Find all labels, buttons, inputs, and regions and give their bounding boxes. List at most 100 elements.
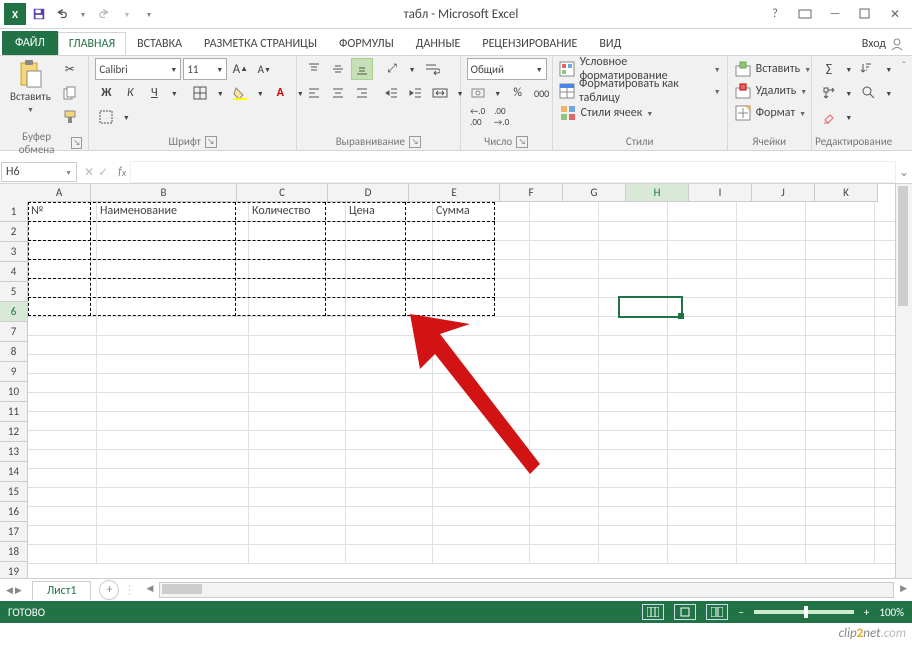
row-header[interactable]: 19 — [0, 562, 28, 578]
cell[interactable] — [806, 297, 875, 317]
find-select-icon[interactable] — [858, 82, 880, 104]
decrease-indent-icon[interactable] — [381, 82, 403, 104]
zoom-out-icon[interactable]: − — [738, 606, 743, 619]
cell[interactable] — [346, 373, 433, 393]
border-dotted-button[interactable] — [95, 106, 117, 128]
vertical-scrollbar[interactable] — [895, 184, 912, 578]
font-name-select[interactable]: Calibri▼ — [95, 58, 181, 80]
cell[interactable] — [668, 335, 737, 355]
border-button[interactable] — [189, 82, 211, 104]
select-all-corner[interactable] — [0, 184, 29, 203]
row-header[interactable]: 11 — [0, 402, 28, 422]
number-format-select[interactable]: Общий▼ — [467, 58, 547, 80]
cell[interactable] — [530, 430, 599, 450]
cell[interactable] — [737, 468, 806, 488]
cell[interactable] — [97, 316, 249, 336]
cell[interactable]: № — [28, 202, 97, 222]
cell[interactable]: Цена — [346, 202, 433, 222]
add-sheet-button[interactable]: + — [99, 580, 119, 600]
orientation-icon[interactable]: ⤢ — [381, 58, 403, 80]
cell[interactable] — [668, 487, 737, 507]
cell[interactable] — [28, 525, 97, 545]
row-header[interactable]: 3 — [0, 242, 28, 262]
row-header[interactable]: 13 — [0, 442, 28, 462]
increase-indent-icon[interactable] — [405, 82, 427, 104]
delete-cells-button[interactable]: Удалить▼ — [734, 80, 811, 102]
cell[interactable] — [346, 525, 433, 545]
cell[interactable] — [530, 373, 599, 393]
cell[interactable] — [97, 525, 249, 545]
border-dotted-dropdown[interactable]: ▼ — [119, 106, 133, 128]
redo-dropdown[interactable]: ▼ — [118, 5, 136, 23]
cell[interactable] — [97, 335, 249, 355]
cell[interactable] — [737, 202, 806, 222]
fill-color-dropdown[interactable]: ▼ — [253, 82, 267, 104]
cell[interactable] — [346, 468, 433, 488]
cell[interactable] — [97, 487, 249, 507]
cell[interactable] — [249, 392, 346, 412]
cell[interactable] — [668, 373, 737, 393]
cell[interactable] — [28, 259, 97, 279]
cell[interactable] — [530, 316, 599, 336]
cell[interactable] — [97, 506, 249, 526]
row-header[interactable]: 7 — [0, 322, 28, 342]
cell[interactable] — [433, 354, 530, 374]
cell[interactable] — [249, 373, 346, 393]
fill-color-button[interactable] — [229, 82, 251, 104]
align-middle-icon[interactable] — [327, 58, 349, 80]
cell[interactable] — [599, 240, 668, 260]
horizontal-scrollbar[interactable]: ◀ ▶ — [159, 582, 894, 598]
cell[interactable] — [668, 221, 737, 241]
cell[interactable] — [346, 544, 433, 564]
cell[interactable] — [737, 411, 806, 431]
format-as-table-button[interactable]: Форматировать как таблицу▼ — [559, 80, 721, 102]
view-pagebreak-icon[interactable] — [706, 604, 728, 620]
cell[interactable] — [668, 506, 737, 526]
cell[interactable] — [433, 468, 530, 488]
cell[interactable] — [668, 392, 737, 412]
cell[interactable] — [530, 468, 599, 488]
scroll-right-icon[interactable]: ▶ — [900, 583, 907, 594]
cell[interactable] — [249, 240, 346, 260]
cell[interactable] — [599, 487, 668, 507]
column-headers[interactable]: ABCDEFGHIJK — [28, 184, 912, 202]
cell[interactable] — [433, 335, 530, 355]
sheet-nav-next-icon[interactable]: ▶ — [15, 585, 22, 596]
collapse-ribbon-icon[interactable]: ˆ — [895, 56, 912, 150]
row-header[interactable]: 16 — [0, 502, 28, 522]
cell[interactable] — [668, 354, 737, 374]
cell[interactable] — [599, 278, 668, 298]
cell[interactable] — [530, 525, 599, 545]
row-header[interactable]: 10 — [0, 382, 28, 402]
ribbon-display-icon[interactable] — [794, 5, 816, 23]
cell[interactable] — [346, 449, 433, 469]
cells-area[interactable]: №НаименованиеКоличествоЦенаСумма — [28, 202, 912, 563]
format-cells-button[interactable]: Формат▼ — [734, 102, 811, 124]
paste-button[interactable]: Вставить ▼ — [6, 58, 55, 116]
fill-dropdown[interactable]: ▼ — [842, 82, 856, 104]
cell[interactable] — [530, 392, 599, 412]
cell[interactable] — [433, 525, 530, 545]
zoom-level[interactable]: 100% — [879, 606, 904, 619]
cell[interactable] — [737, 430, 806, 450]
cell[interactable] — [433, 544, 530, 564]
help-icon[interactable]: ? — [764, 5, 786, 23]
cell[interactable] — [249, 316, 346, 336]
column-header[interactable]: H — [626, 184, 689, 202]
vertical-scrollbar-thumb[interactable] — [898, 186, 908, 306]
cell[interactable] — [530, 297, 599, 317]
fill-icon[interactable] — [818, 82, 840, 104]
cell[interactable] — [530, 411, 599, 431]
cell[interactable] — [599, 221, 668, 241]
cell[interactable] — [346, 240, 433, 260]
tab-file[interactable]: ФАЙЛ — [2, 31, 58, 55]
maximize-button[interactable] — [854, 5, 876, 23]
horizontal-scrollbar-thumb[interactable] — [162, 584, 202, 594]
save-icon[interactable] — [30, 5, 48, 23]
row-header[interactable]: 14 — [0, 462, 28, 482]
cell[interactable] — [28, 297, 97, 317]
cell[interactable] — [530, 449, 599, 469]
cell[interactable] — [97, 354, 249, 374]
cell[interactable] — [599, 354, 668, 374]
column-header[interactable]: C — [237, 184, 328, 202]
